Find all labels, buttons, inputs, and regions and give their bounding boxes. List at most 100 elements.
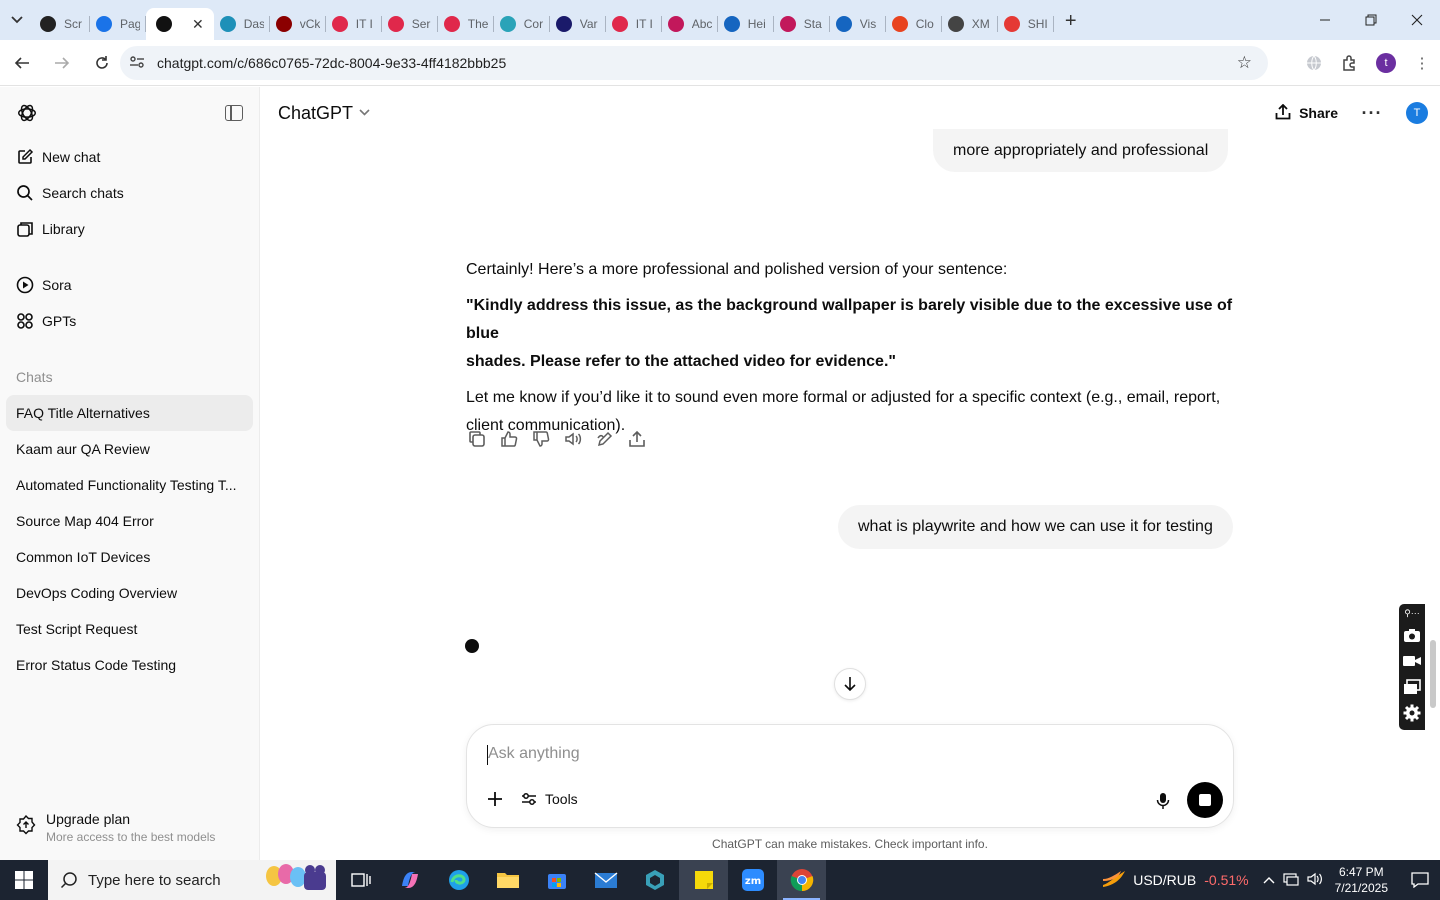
browser-tab[interactable]: SHI <box>998 8 1054 40</box>
browser-tab[interactable]: The <box>438 8 494 40</box>
volume-icon[interactable] <box>1307 872 1323 889</box>
add-attachment-button[interactable] <box>483 787 507 811</box>
tab-favicon-icon <box>331 16 348 32</box>
browser-tab[interactable]: Clo <box>886 8 942 40</box>
currency-change: -0.51% <box>1204 872 1249 888</box>
browser-tab[interactable]: Das <box>214 8 270 40</box>
browser-tab[interactable]: vCk <box>270 8 326 40</box>
thumbs-up-icon[interactable] <box>498 428 520 450</box>
browser-tab[interactable]: Sta <box>774 8 830 40</box>
chat-history-item[interactable]: FAQ Title Alternatives <box>6 395 253 431</box>
zoom-icon[interactable]: zm <box>728 860 777 900</box>
address-bar[interactable]: chatgpt.com/c/686c0765-72dc-8004-9e33-4f… <box>120 46 1268 80</box>
chat-history-item[interactable]: Test Script Request <box>6 611 253 647</box>
dev-tool-icon[interactable] <box>630 860 679 900</box>
chevron-up-icon[interactable] <box>1263 872 1275 889</box>
browser-tab[interactable]: Hei <box>718 8 774 40</box>
microphone-icon[interactable] <box>1151 789 1175 813</box>
sidebar-item-new-chat[interactable]: New chat <box>0 139 259 175</box>
tab-favicon-icon <box>1003 16 1020 32</box>
scroll-to-bottom-button[interactable] <box>834 668 866 700</box>
bookmark-star-icon[interactable]: ☆ <box>1237 53 1252 73</box>
kebab-menu-icon[interactable]: ⋮ <box>1404 45 1440 81</box>
close-tab-icon[interactable]: ✕ <box>192 16 204 33</box>
clock[interactable]: 6:47 PM 7/21/2025 <box>1335 864 1388 896</box>
store-icon[interactable] <box>532 860 581 900</box>
share-button[interactable]: Share <box>1265 103 1348 123</box>
openai-logo-icon[interactable] <box>16 102 38 124</box>
chat-history-item[interactable]: DevOps Coding Overview <box>6 575 253 611</box>
chat-history-item[interactable]: Kaam aur QA Review <box>6 431 253 467</box>
chat-history-item[interactable]: Error Status Code Testing <box>6 647 253 683</box>
mail-icon[interactable] <box>581 860 630 900</box>
browser-tab[interactable]: IT I <box>606 8 662 40</box>
copy-icon[interactable] <box>466 428 488 450</box>
sidebar-item-library[interactable]: Library <box>0 211 259 247</box>
chat-history-item[interactable]: Common IoT Devices <box>6 539 253 575</box>
copilot-icon[interactable] <box>385 860 434 900</box>
tab-favicon-icon <box>611 16 628 32</box>
header-actions: Share ··· T <box>1265 87 1428 139</box>
start-button[interactable] <box>0 860 48 900</box>
browser-tab[interactable]: XM <box>942 8 998 40</box>
chat-history-item[interactable]: Source Map 404 Error <box>6 503 253 539</box>
reload-button[interactable] <box>84 45 120 81</box>
sidebar-toggle-icon[interactable] <box>225 105 243 121</box>
sidebar-item-gpts[interactable]: GPTs <box>0 303 259 339</box>
forward-button[interactable] <box>44 45 80 81</box>
network-icon[interactable] <box>1283 872 1299 889</box>
close-window-button[interactable] <box>1394 0 1440 40</box>
new-tab-button[interactable]: + <box>1056 6 1086 36</box>
browser-tab[interactable]: Scr <box>34 8 90 40</box>
upgrade-plan-button[interactable]: Upgrade plan More access to the best mod… <box>0 804 260 850</box>
site-info-icon[interactable] <box>120 55 154 72</box>
sticky-notes-icon[interactable] <box>679 860 728 900</box>
browser-tab[interactable]: Pag <box>90 8 146 40</box>
user-avatar[interactable]: T <box>1406 102 1428 124</box>
model-selector[interactable]: ChatGPT <box>278 103 370 124</box>
back-button[interactable] <box>4 45 40 81</box>
more-options-icon[interactable]: ··· <box>1352 103 1392 124</box>
recorder-menu-icon[interactable]: ⚲··· <box>1404 608 1420 622</box>
stop-generating-button[interactable] <box>1187 782 1223 818</box>
video-camera-icon[interactable] <box>1402 648 1422 674</box>
scrollbar[interactable] <box>1428 140 1440 860</box>
settings-gear-icon[interactable] <box>1402 700 1422 726</box>
thumbs-down-icon[interactable] <box>530 428 552 450</box>
read-aloud-icon[interactable] <box>562 428 584 450</box>
translate-icon[interactable] <box>1296 45 1332 81</box>
browser-tab[interactable]: Ser <box>382 8 438 40</box>
sidebar-item-search-chats[interactable]: Search chats <box>0 175 259 211</box>
tab-title: Ser <box>411 17 431 31</box>
chrome-icon[interactable] <box>777 860 826 900</box>
edit-icon[interactable] <box>594 428 616 450</box>
currency-widget[interactable]: USD/RUB -0.51% <box>1101 869 1249 891</box>
restore-button[interactable] <box>1348 0 1394 40</box>
notifications-icon[interactable] <box>1400 860 1440 900</box>
tab-search-button[interactable] <box>0 0 34 40</box>
tools-button[interactable]: Tools <box>521 787 578 811</box>
profile-avatar[interactable]: t <box>1376 53 1396 73</box>
file-explorer-icon[interactable] <box>483 860 532 900</box>
tab-list: Scr Pag ✕ Das vCk IT I Ser The Cor Var IT I Abc Hei S… <box>34 0 1054 40</box>
extensions-icon[interactable] <box>1332 45 1368 81</box>
camera-icon[interactable] <box>1402 622 1422 648</box>
edge-browser-icon[interactable] <box>434 860 483 900</box>
browser-tab[interactable]: ✕ <box>146 8 214 40</box>
browser-tab[interactable]: Cor <box>494 8 550 40</box>
minimize-button[interactable] <box>1302 0 1348 40</box>
share-icon[interactable] <box>626 428 648 450</box>
task-view-icon[interactable] <box>336 860 385 900</box>
browser-tab[interactable]: Var <box>550 8 606 40</box>
tab-title: XM <box>971 17 990 31</box>
prompt-input[interactable]: Ask anything <box>488 745 580 763</box>
tab-favicon-icon <box>387 16 404 32</box>
browser-tab[interactable]: IT I <box>326 8 382 40</box>
scrollbar-thumb[interactable] <box>1430 640 1436 708</box>
browser-tab[interactable]: Abc <box>662 8 718 40</box>
browser-tab[interactable]: Vis <box>830 8 886 40</box>
sidebar-item-sora[interactable]: Sora <box>0 267 259 303</box>
taskbar-search[interactable]: Type here to search <box>48 860 336 900</box>
chat-history-item[interactable]: Automated Functionality Testing T... <box>6 467 253 503</box>
windows-icon[interactable] <box>1402 674 1422 700</box>
